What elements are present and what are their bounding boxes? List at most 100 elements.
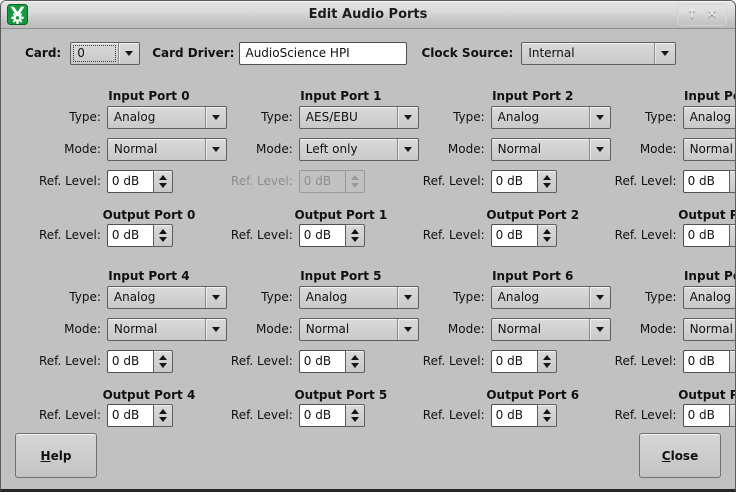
clock-source-arrow[interactable] (654, 43, 675, 64)
spin-down-button[interactable] (159, 417, 167, 422)
spinner-buttons (153, 224, 173, 247)
titlebar[interactable]: Edit Audio Ports ↑ ✕ (1, 1, 735, 29)
shade-window-button[interactable]: ↑ (684, 6, 700, 24)
output-port-panel: Output Port 7 Ref. Level: 0 dB (615, 388, 736, 427)
ref-level-spinner: 0 dB (107, 224, 173, 247)
card-select[interactable]: 0 (70, 42, 140, 65)
input-mode-select[interactable]: Normal (299, 318, 419, 341)
spin-down-button[interactable] (543, 237, 551, 242)
input-type-select[interactable]: Analog (299, 286, 419, 309)
input-type-select[interactable]: Analog (107, 286, 227, 309)
ref-level-row: Ref. Level: 0 dB (231, 404, 423, 427)
input-mode-arrow[interactable] (205, 319, 226, 340)
input-type-select[interactable]: Analog (491, 286, 611, 309)
spin-up-button[interactable] (543, 175, 551, 180)
input-mode-arrow[interactable] (397, 319, 418, 340)
clock-source-select[interactable]: Internal (521, 42, 676, 65)
input-mode-arrow[interactable] (205, 139, 226, 160)
input-mode-select[interactable]: Normal (107, 318, 227, 341)
spin-up-button[interactable] (543, 355, 551, 360)
ref-level-field[interactable]: 0 dB (491, 170, 537, 193)
input-type-arrow[interactable] (205, 107, 226, 128)
spinner-buttons (153, 404, 173, 427)
spin-up-button[interactable] (543, 229, 551, 234)
close-button[interactable]: Close (639, 433, 721, 478)
spin-up-button[interactable] (543, 409, 551, 414)
spin-down-button[interactable] (543, 183, 551, 188)
ref-level-row: Ref. Level: 0 dB (615, 350, 736, 373)
input-port-title: Input Port 7 (615, 269, 736, 283)
ref-level-field[interactable]: 0 dB (299, 224, 345, 247)
ref-level-field[interactable]: 0 dB (491, 350, 537, 373)
input-type-arrow[interactable] (589, 107, 610, 128)
card-select-arrow[interactable] (118, 43, 139, 64)
input-mode-select[interactable]: Normal (491, 138, 611, 161)
spin-up-button[interactable] (351, 355, 359, 360)
chevron-down-icon (596, 115, 604, 120)
ref-level-field[interactable]: 0 dB (107, 170, 153, 193)
chevron-down-icon (212, 115, 220, 120)
spin-down-button[interactable] (159, 237, 167, 242)
spin-down-button[interactable] (159, 363, 167, 368)
ref-level-field[interactable]: 0 dB (491, 224, 537, 247)
input-mode-select[interactable]: Normal (683, 138, 736, 161)
spin-up-button[interactable] (159, 355, 167, 360)
ref-level-spinner: 0 dB (107, 170, 173, 193)
input-mode-select[interactable]: Normal (107, 138, 227, 161)
spin-down-button[interactable] (351, 363, 359, 368)
spin-up-button[interactable] (159, 175, 167, 180)
input-mode-select[interactable]: Normal (683, 318, 736, 341)
ref-level-field[interactable]: 0 dB (683, 350, 729, 373)
input-type-select[interactable]: Analog (683, 286, 736, 309)
spin-up-button[interactable] (351, 409, 359, 414)
input-type-value: Analog (108, 107, 205, 128)
input-port-panel: Input Port 7 Type: Analog Mode: Normal R… (615, 269, 736, 373)
spinner-buttons (729, 170, 736, 193)
close-window-button[interactable]: ✕ (704, 6, 720, 24)
input-type-select[interactable]: Analog (491, 106, 611, 129)
spin-up-button[interactable] (159, 229, 167, 234)
input-mode-arrow[interactable] (589, 319, 610, 340)
input-mode-select[interactable]: Normal (491, 318, 611, 341)
input-mode-select[interactable]: Left only (299, 138, 419, 161)
ref-level-field[interactable]: 0 dB (683, 224, 729, 247)
type-label: Type: (423, 106, 491, 129)
output-port-panel: Output Port 3 Ref. Level: 0 dB (615, 208, 736, 247)
input-mode-value: Normal (684, 139, 736, 160)
input-port-title: Input Port 3 (615, 89, 736, 103)
ref-level-field[interactable]: 0 dB (107, 404, 153, 427)
spin-down-button[interactable] (543, 363, 551, 368)
ref-level-field[interactable]: 0 dB (683, 170, 729, 193)
ref-level-field[interactable]: 0 dB (107, 224, 153, 247)
ref-level-spinner: 0 dB (299, 350, 365, 373)
ref-level-field[interactable]: 0 dB (299, 404, 345, 427)
input-type-arrow[interactable] (397, 287, 418, 308)
ref-level-label: Ref. Level: (39, 170, 107, 193)
input-type-select[interactable]: AES/EBU (299, 106, 419, 129)
ref-level-label: Ref. Level: (231, 224, 299, 247)
spin-up-button[interactable] (351, 229, 359, 234)
ref-level-field[interactable]: 0 dB (683, 404, 729, 427)
input-type-select[interactable]: Analog (107, 106, 227, 129)
card-driver-input[interactable] (239, 42, 407, 65)
spin-down-button[interactable] (351, 237, 359, 242)
mode-row: Mode: Normal (423, 318, 615, 341)
spin-up-button[interactable] (159, 409, 167, 414)
input-type-select[interactable]: Analog (683, 106, 736, 129)
spin-down-button[interactable] (543, 417, 551, 422)
help-button[interactable]: Help (15, 433, 97, 478)
input-type-arrow[interactable] (205, 287, 226, 308)
ref-level-field[interactable]: 0 dB (491, 404, 537, 427)
ref-level-field[interactable]: 0 dB (107, 350, 153, 373)
ref-level-field[interactable]: 0 dB (299, 350, 345, 373)
input-mode-arrow[interactable] (397, 139, 418, 160)
spin-down-button[interactable] (351, 417, 359, 422)
type-row: Type: Analog (423, 106, 615, 129)
spin-down-button[interactable] (159, 183, 167, 188)
ref-level-label: Ref. Level: (615, 170, 683, 193)
input-type-arrow[interactable] (397, 107, 418, 128)
input-mode-arrow[interactable] (589, 139, 610, 160)
mode-row: Mode: Normal (39, 318, 231, 341)
input-port-title: Input Port 6 (423, 269, 615, 283)
input-type-arrow[interactable] (589, 287, 610, 308)
